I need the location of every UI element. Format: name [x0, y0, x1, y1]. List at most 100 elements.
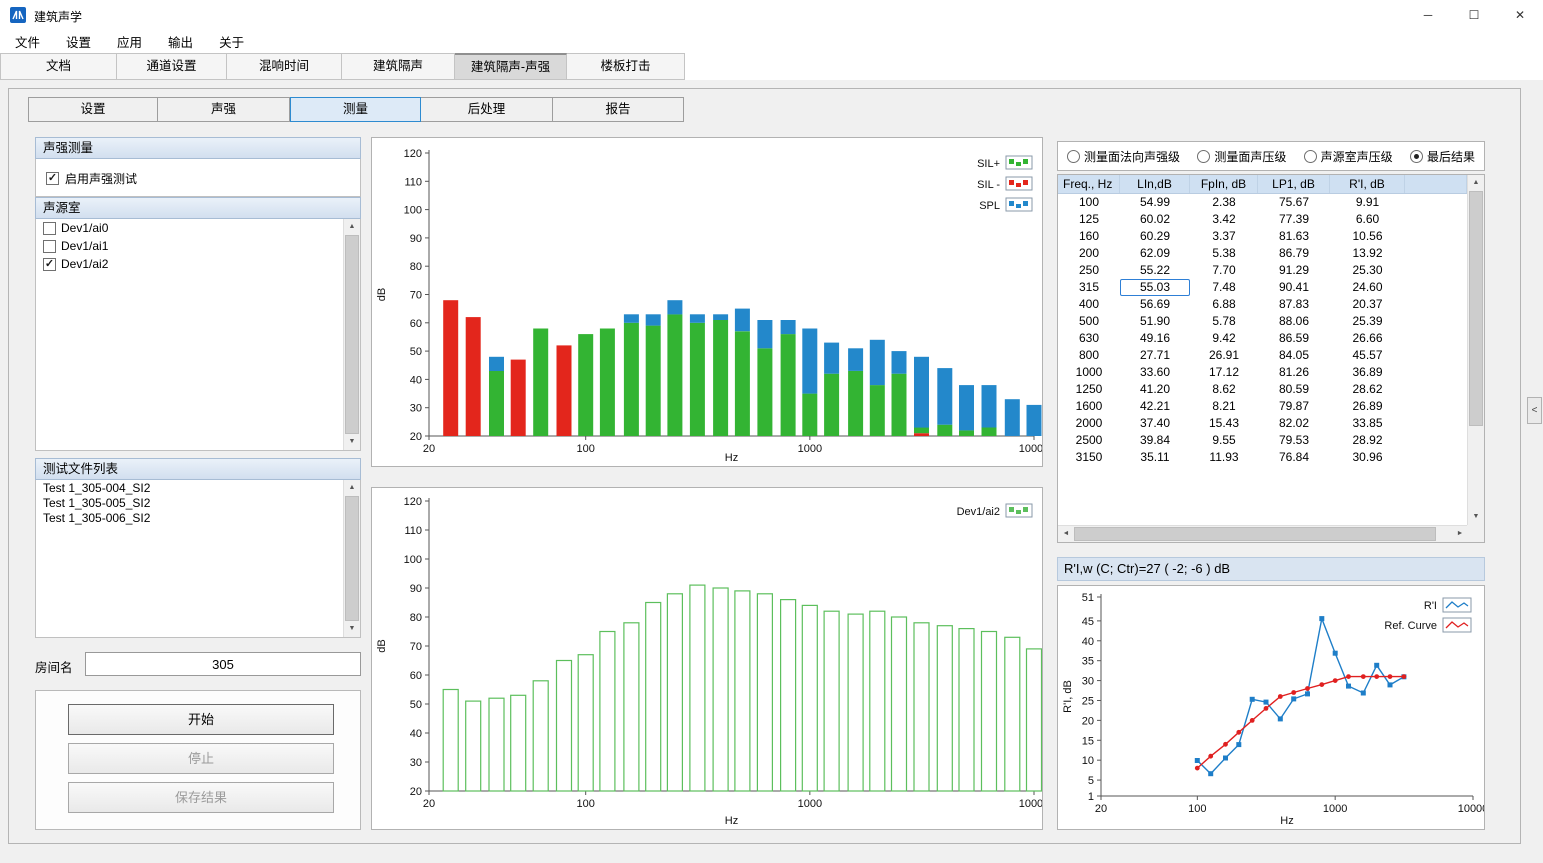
table-cell[interactable]: 88.06 [1258, 313, 1330, 330]
table-cell[interactable]: 75.67 [1258, 194, 1330, 211]
table-cell[interactable] [1405, 415, 1467, 432]
sub-tab-2[interactable]: 测量 [290, 97, 421, 122]
sub-tab-3[interactable]: 后处理 [421, 97, 553, 122]
table-cell[interactable]: 49.16 [1120, 330, 1190, 347]
sub-tab-4[interactable]: 报告 [553, 97, 684, 122]
menu-item-0[interactable]: 文件 [2, 29, 53, 54]
table-row[interactable]: 12560.023.4277.396.60 [1058, 211, 1484, 228]
table-cell[interactable] [1405, 432, 1467, 449]
table-cell[interactable]: 90.41 [1258, 279, 1330, 296]
scroll-right-icon[interactable]: ► [1452, 526, 1468, 542]
table-cell[interactable] [1405, 381, 1467, 398]
table-cell[interactable]: 9.91 [1330, 194, 1405, 211]
table-cell[interactable]: 6.60 [1330, 211, 1405, 228]
table-cell[interactable]: 26.89 [1330, 398, 1405, 415]
table-cell[interactable]: 1250 [1058, 381, 1120, 398]
table-cell[interactable]: 630 [1058, 330, 1120, 347]
table-row[interactable]: 315035.1111.9376.8430.96 [1058, 449, 1484, 466]
table-cell[interactable]: 84.05 [1258, 347, 1330, 364]
scroll-down-icon[interactable]: ▼ [344, 434, 360, 450]
table-cell[interactable]: 41.20 [1120, 381, 1190, 398]
table-cell[interactable]: 20.37 [1330, 296, 1405, 313]
table-cell[interactable]: 9.42 [1190, 330, 1258, 347]
table-vertical-scrollbar[interactable]: ▲ ▼ [1467, 175, 1484, 525]
main-tab-0[interactable]: 文档 [0, 53, 117, 80]
table-cell[interactable]: 26.66 [1330, 330, 1405, 347]
collapse-panel-handle[interactable]: < [1527, 397, 1542, 424]
table-cell[interactable]: 33.85 [1330, 415, 1405, 432]
test-file-item-0[interactable]: Test 1_305-004_SI2 [36, 480, 343, 495]
channel-item-0[interactable]: Dev1/ai0 [36, 219, 343, 237]
table-cell[interactable]: 13.92 [1330, 245, 1405, 262]
table-cell[interactable]: 82.02 [1258, 415, 1330, 432]
table-cell[interactable] [1405, 330, 1467, 347]
table-cell[interactable]: 60.02 [1120, 211, 1190, 228]
table-cell[interactable] [1405, 194, 1467, 211]
table-cell[interactable]: 8.21 [1190, 398, 1258, 415]
table-cell[interactable]: 45.57 [1330, 347, 1405, 364]
table-header-5[interactable] [1405, 175, 1467, 193]
table-cell[interactable]: 3.37 [1190, 228, 1258, 245]
stop-button[interactable]: 停止 [68, 743, 334, 774]
enable-si-checkbox[interactable]: ✓ [46, 172, 59, 185]
table-cell[interactable]: 2500 [1058, 432, 1120, 449]
table-cell[interactable]: 86.79 [1258, 245, 1330, 262]
table-cell[interactable] [1405, 262, 1467, 279]
table-cell[interactable]: 24.60 [1330, 279, 1405, 296]
table-cell[interactable]: 76.84 [1258, 449, 1330, 466]
table-horizontal-scrollbar[interactable]: ◄ ► [1058, 525, 1468, 542]
table-cell[interactable]: 500 [1058, 313, 1120, 330]
result-view-radio-0[interactable]: 测量面法向声强级 [1067, 148, 1180, 165]
table-row[interactable]: 25055.227.7091.2925.30 [1058, 262, 1484, 279]
table-row[interactable]: 250039.849.5579.5328.92 [1058, 432, 1484, 449]
table-cell[interactable] [1405, 228, 1467, 245]
channel-checkbox[interactable] [43, 222, 56, 235]
result-view-radio-3[interactable]: 最后结果 [1410, 148, 1475, 165]
save-results-button[interactable]: 保存结果 [68, 782, 334, 813]
table-cell[interactable]: 27.71 [1120, 347, 1190, 364]
table-cell[interactable]: 28.92 [1330, 432, 1405, 449]
table-cell[interactable]: 55.22 [1120, 262, 1190, 279]
table-cell[interactable] [1405, 398, 1467, 415]
table-cell[interactable]: 1000 [1058, 364, 1120, 381]
table-cell[interactable]: 800 [1058, 347, 1120, 364]
table-cell[interactable]: 400 [1058, 296, 1120, 313]
table-row[interactable]: 10054.992.3875.679.91 [1058, 194, 1484, 211]
test-file-item-2[interactable]: Test 1_305-006_SI2 [36, 510, 343, 525]
table-cell[interactable]: 11.93 [1190, 449, 1258, 466]
channel-item-2[interactable]: ✓Dev1/ai2 [36, 255, 343, 273]
table-cell[interactable]: 200 [1058, 245, 1120, 262]
menu-item-2[interactable]: 应用 [104, 29, 155, 54]
table-cell[interactable] [1405, 449, 1467, 466]
table-cell[interactable]: 7.70 [1190, 262, 1258, 279]
table-row[interactable]: 200037.4015.4382.0233.85 [1058, 415, 1484, 432]
table-cell[interactable]: 87.83 [1258, 296, 1330, 313]
scroll-up-icon[interactable]: ▲ [344, 219, 360, 235]
result-view-radio-2[interactable]: 声源室声压级 [1304, 148, 1393, 165]
minimize-button[interactable]: ─ [1405, 0, 1451, 30]
radio-button-icon[interactable] [1410, 150, 1423, 163]
table-cell[interactable]: 35.11 [1120, 449, 1190, 466]
scrollbar-thumb[interactable] [1074, 527, 1436, 541]
scrollbar-thumb[interactable] [345, 496, 359, 621]
channel-item-1[interactable]: Dev1/ai1 [36, 237, 343, 255]
table-row[interactable]: 160042.218.2179.8726.89 [1058, 398, 1484, 415]
menu-item-1[interactable]: 设置 [53, 29, 104, 54]
table-cell[interactable]: 28.62 [1330, 381, 1405, 398]
scroll-down-icon[interactable]: ▼ [344, 621, 360, 637]
test-file-item-1[interactable]: Test 1_305-005_SI2 [36, 495, 343, 510]
main-tab-5[interactable]: 楼板打击 [567, 53, 685, 80]
table-cell[interactable]: 315 [1058, 279, 1120, 296]
table-cell[interactable]: 100 [1058, 194, 1120, 211]
table-cell[interactable] [1405, 313, 1467, 330]
table-cell[interactable]: 2.38 [1190, 194, 1258, 211]
scrollbar-thumb[interactable] [1469, 191, 1483, 426]
table-header-0[interactable]: Freq., Hz [1058, 175, 1120, 193]
table-cell[interactable]: 56.69 [1120, 296, 1190, 313]
table-cell[interactable]: 26.91 [1190, 347, 1258, 364]
table-cell[interactable] [1405, 279, 1467, 296]
table-cell[interactable]: 55.03 [1120, 279, 1190, 296]
table-row[interactable]: 20062.095.3886.7913.92 [1058, 245, 1484, 262]
table-row[interactable]: 63049.169.4286.5926.66 [1058, 330, 1484, 347]
table-cell[interactable] [1405, 296, 1467, 313]
